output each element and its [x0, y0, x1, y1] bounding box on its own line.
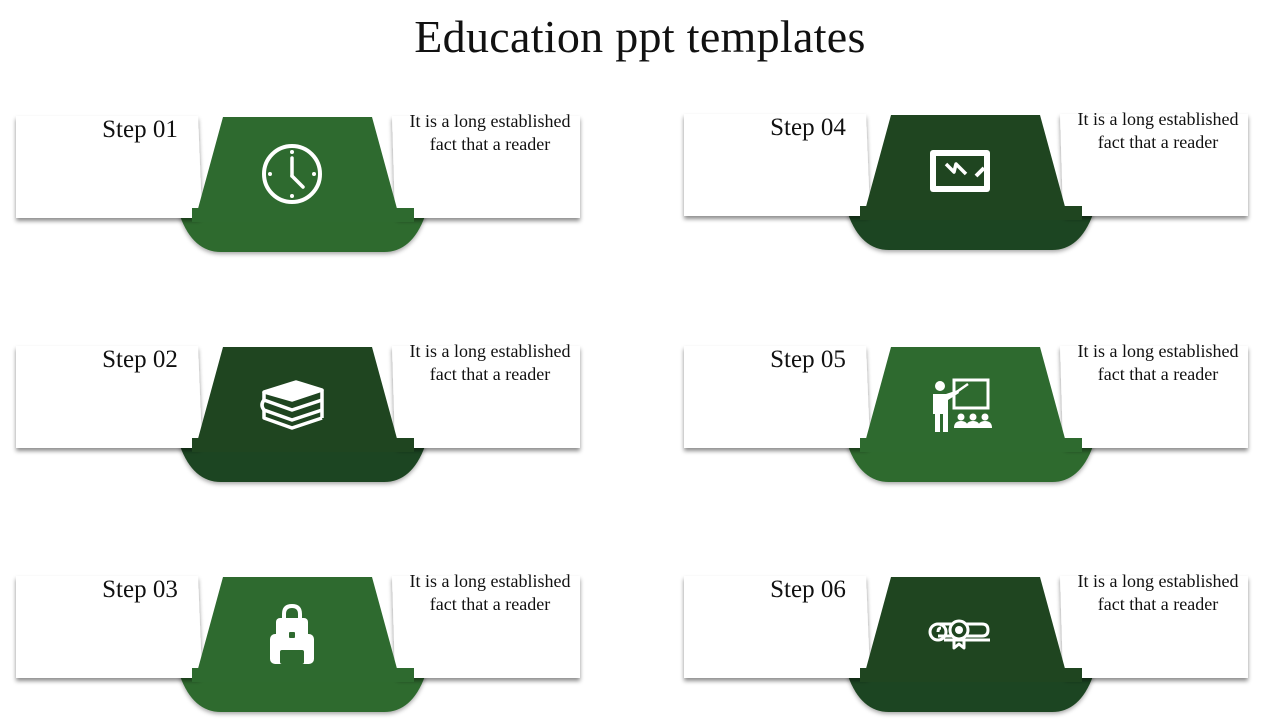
step-card-2: Step 02 It is a long established fact th…	[12, 334, 592, 484]
step-card-1: Step 01 It is a long established fact th…	[12, 104, 592, 254]
step-description: It is a long established fact that a rea…	[390, 570, 590, 616]
desc-line-2: fact that a reader	[1097, 364, 1219, 384]
desc-line-2: fact that a reader	[429, 594, 551, 614]
clock-icon	[256, 138, 328, 210]
step-card-6: Step 06 It is a long established fact th…	[680, 564, 1260, 714]
diploma-icon	[924, 598, 996, 670]
desc-line-1: It is a long established	[409, 571, 571, 591]
step-label: Step 03	[102, 576, 178, 603]
step-label: Step 04	[770, 114, 846, 141]
step-description: It is a long established fact that a rea…	[390, 340, 590, 386]
desc-line-2: fact that a reader	[1097, 132, 1219, 152]
step-label: Step 05	[770, 346, 846, 373]
desc-line-1: It is a long established	[1077, 571, 1239, 591]
step-card-3: Step 03 It is a long established fact th…	[12, 564, 592, 714]
desc-line-1: It is a long established	[1077, 109, 1239, 129]
desc-line-2: fact that a reader	[429, 364, 551, 384]
teacher-icon	[924, 368, 996, 440]
desc-line-1: It is a long established	[409, 341, 571, 361]
step-label: Step 06	[770, 576, 846, 603]
page-title: Education ppt templates	[414, 11, 866, 62]
step-label: Step 01	[102, 116, 178, 143]
step-description: It is a long established fact that a rea…	[1058, 570, 1258, 616]
step-card-5: Step 05 It is a long established fact th…	[680, 334, 1260, 484]
step-description: It is a long established fact that a rea…	[1058, 340, 1258, 386]
chalkboard-icon	[924, 136, 996, 208]
desc-line-2: fact that a reader	[1097, 594, 1219, 614]
step-card-4: Step 04 It is a long established fact th…	[680, 102, 1260, 252]
desc-line-1: It is a long established	[1077, 341, 1239, 361]
desc-line-2: fact that a reader	[429, 134, 551, 154]
desc-line-1: It is a long established	[409, 111, 571, 131]
books-icon	[256, 368, 328, 440]
step-description: It is a long established fact that a rea…	[1058, 108, 1258, 154]
step-label: Step 02	[102, 346, 178, 373]
backpack-icon	[256, 598, 328, 670]
step-description: It is a long established fact that a rea…	[390, 110, 590, 156]
